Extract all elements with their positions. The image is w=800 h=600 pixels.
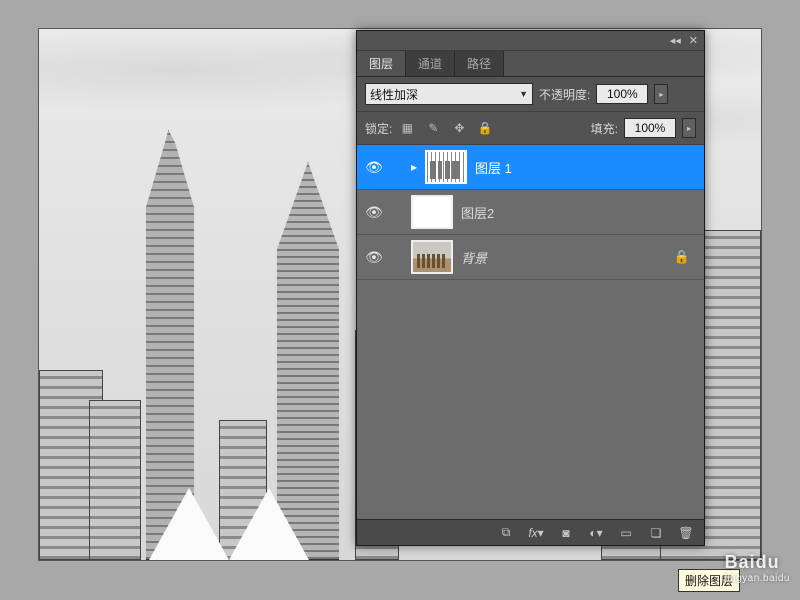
- fill-stepper[interactable]: ▸: [682, 118, 696, 138]
- tab-paths[interactable]: 路径: [455, 51, 504, 76]
- tab-layers[interactable]: 图层: [357, 51, 406, 76]
- lock-icons: ▦ ✎ ✥ 🔒: [398, 119, 494, 137]
- opacity-stepper[interactable]: ▸: [654, 84, 668, 104]
- panel-chrome: ◂◂ ✕: [357, 31, 704, 51]
- blend-mode-value: 线性加深: [370, 86, 418, 103]
- close-icon[interactable]: ✕: [689, 34, 698, 47]
- lock-fill-row: 锁定: ▦ ✎ ✥ 🔒 填充: 100% ▸: [357, 112, 704, 145]
- lock-all-icon[interactable]: 🔒: [476, 119, 494, 137]
- layer-name[interactable]: 图层 1: [475, 158, 512, 177]
- visibility-icon[interactable]: 👁: [363, 201, 385, 223]
- collapse-icon[interactable]: ◂◂: [670, 34, 681, 47]
- visibility-icon[interactable]: 👁: [363, 246, 385, 268]
- fill-input[interactable]: 100%: [624, 118, 676, 138]
- layer-thumbnail[interactable]: [411, 195, 453, 229]
- layers-list: 👁 ▸ 图层 1 👁 图层2 👁 背景 🔒: [357, 145, 704, 519]
- layer-thumbnail[interactable]: [411, 240, 453, 274]
- blend-opacity-row: 线性加深 不透明度: 100% ▸: [357, 77, 704, 112]
- panel-footer: ⧉ fx▾ ◙ ◐▾ ▭ ❏ 🗑: [357, 519, 704, 545]
- watermark: Baidu jingyan.baidu: [725, 552, 790, 584]
- layer-name[interactable]: 图层2: [461, 203, 494, 222]
- building: [89, 400, 141, 560]
- layer-row[interactable]: 👁 背景 🔒: [357, 235, 704, 280]
- adjustment-icon[interactable]: ◐▾: [588, 525, 604, 541]
- link-layers-icon[interactable]: ⧉: [498, 525, 514, 541]
- mask-icon[interactable]: ◙: [558, 525, 574, 541]
- folder-icon[interactable]: ▭: [618, 525, 634, 541]
- lock-icon: 🔒: [674, 249, 690, 265]
- opacity-label: 不透明度:: [539, 86, 590, 103]
- lock-image-icon[interactable]: ✎: [424, 119, 442, 137]
- layer-row[interactable]: 👁 图层2: [357, 190, 704, 235]
- visibility-icon[interactable]: 👁: [363, 156, 385, 178]
- new-layer-icon[interactable]: ❏: [648, 525, 664, 541]
- watermark-sub: jingyan.baidu: [725, 573, 790, 584]
- lock-label: 锁定:: [365, 120, 392, 137]
- panel-tabs: 图层 通道 路径: [357, 51, 704, 77]
- layer-thumbnail[interactable]: [425, 150, 467, 184]
- trash-icon[interactable]: 🗑: [678, 525, 694, 541]
- blend-mode-select[interactable]: 线性加深: [365, 83, 533, 105]
- opacity-input[interactable]: 100%: [596, 84, 648, 104]
- lock-position-icon[interactable]: ✥: [450, 119, 468, 137]
- layers-panel: ◂◂ ✕ 图层 通道 路径 线性加深 不透明度: 100% ▸ 锁定: ▦ ✎ …: [356, 30, 705, 546]
- lock-transparent-icon[interactable]: ▦: [398, 119, 416, 137]
- watermark-main: Baidu: [725, 552, 780, 572]
- link-indicator-icon: ▸: [411, 160, 417, 174]
- layer-row[interactable]: 👁 ▸ 图层 1: [357, 145, 704, 190]
- tab-channels[interactable]: 通道: [406, 51, 455, 76]
- layer-name[interactable]: 背景: [461, 248, 487, 267]
- fx-icon[interactable]: fx▾: [528, 525, 544, 541]
- fill-label: 填充:: [591, 120, 618, 137]
